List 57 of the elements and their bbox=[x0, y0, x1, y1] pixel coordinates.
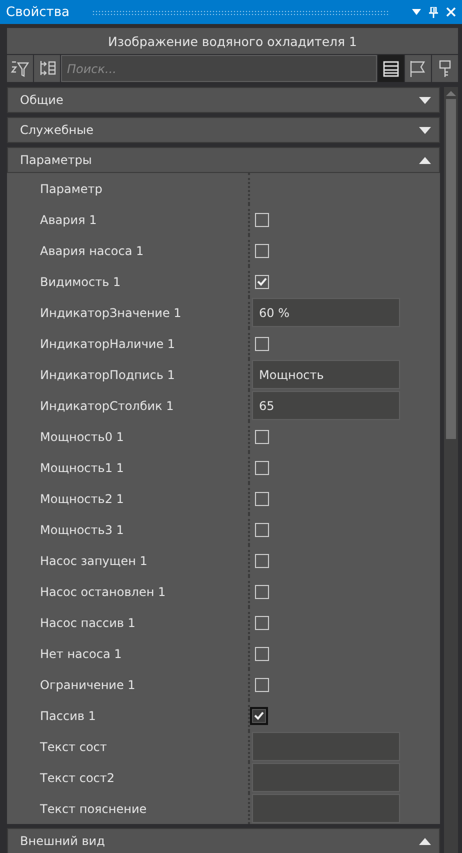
property-name: Ограничение 1 bbox=[7, 669, 250, 700]
scroll-up-arrow-icon[interactable] bbox=[446, 90, 456, 97]
value-field[interactable]: 60 % bbox=[252, 298, 400, 327]
property-name: Насос запущен 1 bbox=[7, 545, 250, 576]
window-title: Свойства bbox=[6, 4, 70, 20]
section-title: Служебные bbox=[20, 123, 94, 137]
property-name: Авария 1 bbox=[7, 204, 250, 235]
scrollbar-thumb[interactable] bbox=[446, 99, 456, 439]
sort-filter-button[interactable] bbox=[7, 55, 33, 82]
column-header: Параметр bbox=[7, 173, 250, 204]
section-title: Внешний вид bbox=[20, 834, 105, 848]
object-title: Изображение водяного охладителя 1 bbox=[7, 28, 458, 54]
property-name: Текст сост2 bbox=[7, 762, 250, 793]
scrollbar[interactable] bbox=[444, 87, 458, 853]
key-button[interactable] bbox=[432, 55, 458, 82]
property-name: ИндикаторНаличие 1 bbox=[7, 328, 250, 359]
property-name: Мощность1 1 bbox=[7, 452, 250, 483]
property-name: Мощность2 1 bbox=[7, 483, 250, 514]
expand-arrow-icon bbox=[419, 126, 431, 134]
pin-icon[interactable] bbox=[429, 6, 438, 18]
dropdown-caret-icon[interactable] bbox=[412, 9, 421, 15]
list-button[interactable] bbox=[378, 55, 404, 82]
property-name: Текст сост bbox=[7, 731, 250, 762]
value-field[interactable]: 65 bbox=[252, 391, 400, 420]
property-name: Насос пассив 1 bbox=[7, 607, 250, 638]
property-name: ИндикаторСтолбик 1 bbox=[7, 390, 250, 421]
value-field[interactable] bbox=[252, 794, 400, 823]
section-header[interactable]: Общие bbox=[7, 87, 440, 113]
value-field[interactable] bbox=[252, 763, 400, 792]
flag-icon bbox=[408, 58, 428, 78]
key-icon bbox=[438, 58, 452, 78]
close-icon[interactable] bbox=[446, 7, 456, 17]
section-header[interactable]: Параметры bbox=[7, 147, 440, 173]
property-name: ИндикаторЗначение 1 bbox=[7, 297, 250, 328]
tree-button[interactable] bbox=[34, 55, 60, 82]
section-title: Общие bbox=[20, 93, 64, 107]
property-name: Мощность0 1 bbox=[7, 421, 250, 452]
list-icon bbox=[382, 60, 400, 78]
property-name: Мощность3 1 bbox=[7, 514, 250, 545]
property-name: Видимость 1 bbox=[7, 266, 250, 297]
value-field[interactable] bbox=[252, 732, 400, 761]
section-header[interactable]: Внешний вид bbox=[7, 828, 440, 853]
collapse-arrow-icon bbox=[419, 156, 431, 164]
value-field[interactable]: Мощность bbox=[252, 360, 400, 389]
section-header[interactable]: Служебные bbox=[7, 117, 440, 143]
collapse-arrow-icon bbox=[419, 838, 431, 844]
section-title: Параметры bbox=[20, 153, 92, 167]
search-field[interactable]: Поиск... bbox=[61, 55, 377, 82]
sort-filter-icon bbox=[10, 58, 30, 78]
property-name: Нет насоса 1 bbox=[7, 638, 250, 669]
property-name: Текст пояснение bbox=[7, 793, 250, 824]
property-name: Насос остановлен 1 bbox=[7, 576, 250, 607]
flag-button[interactable] bbox=[405, 55, 431, 82]
property-name: Авария насоса 1 bbox=[7, 235, 250, 266]
property-name: ИндикаторПодпись 1 bbox=[7, 359, 250, 390]
property-name: Пассив 1 bbox=[7, 700, 250, 731]
expand-arrow-icon bbox=[419, 96, 431, 104]
